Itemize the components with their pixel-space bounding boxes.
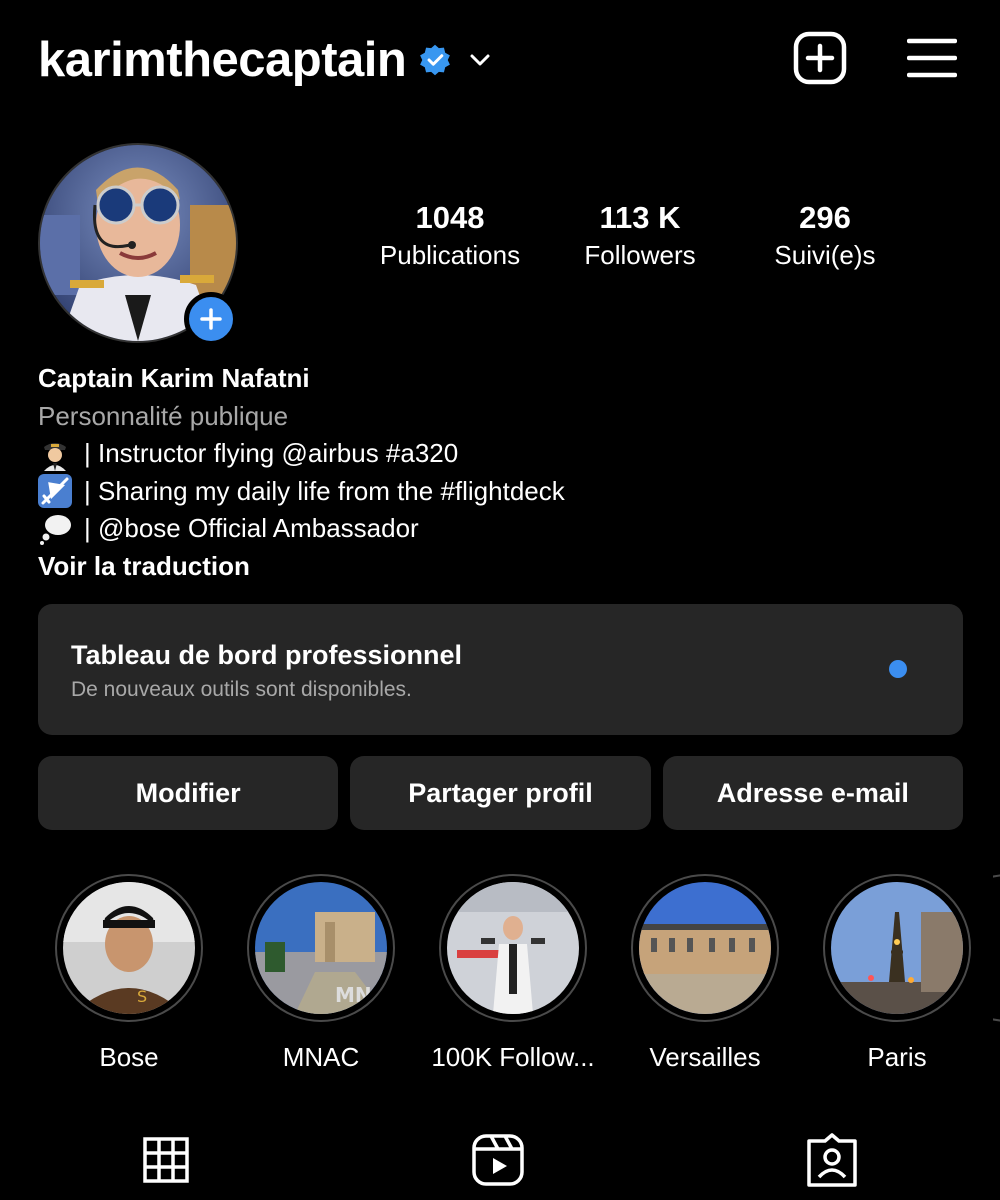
see-translation-link[interactable]: Voir la traduction [38, 548, 938, 586]
airplane-emoji-icon [38, 474, 82, 509]
stat-following[interactable]: 296 Suivi(e)s [750, 198, 900, 272]
highlight-cover: S [63, 882, 195, 1014]
bio-text: | @bose Official Ambassador [84, 513, 419, 543]
highlight-cover: MNAC [255, 882, 387, 1014]
pilot-emoji-icon [38, 437, 82, 471]
stat-label: Followers [584, 240, 696, 270]
grid-icon [143, 1137, 189, 1183]
bio-line: | Sharing my daily life from the #flight… [38, 473, 938, 511]
highlight-cover [639, 882, 771, 1014]
professional-dashboard-card[interactable]: Tableau de bord professionnel De nouveau… [38, 604, 963, 735]
plus-square-icon [793, 31, 847, 85]
highlight-cover [831, 882, 963, 1014]
plus-icon [200, 308, 222, 330]
profile-page: karimthecaptain 1048 Publications 113 K … [0, 0, 1000, 1200]
profile-category: Personnalité publique [38, 400, 289, 431]
reels-icon [472, 1134, 524, 1186]
highlight-ring [439, 874, 587, 1022]
highlight-ring: MNAC [247, 874, 395, 1022]
svg-text:S: S [137, 987, 147, 1006]
highlight-partial[interactable] [993, 874, 1000, 1074]
new-indicator-dot [889, 660, 907, 678]
username[interactable]: karimthecaptain [38, 32, 407, 88]
bio-line: | @bose Official Ambassador [38, 510, 938, 548]
stat-followers[interactable]: 113 K Followers [560, 198, 720, 272]
profile-bio: Captain Karim Nafatni Personnalité publi… [38, 360, 938, 585]
new-post-button[interactable] [792, 30, 848, 86]
highlight-mnac[interactable]: MNAC MNAC [225, 874, 417, 1074]
dashboard-title: Tableau de bord professionnel [71, 640, 463, 670]
share-profile-button[interactable]: Partager profil [350, 756, 651, 830]
stat-value: 113 K [599, 200, 681, 235]
highlight-100k[interactable]: 100K Follow... [417, 874, 609, 1074]
verified-badge-icon [420, 44, 451, 76]
tab-grid[interactable] [136, 1130, 196, 1190]
dashboard-subtitle: De nouveaux outils sont disponibles. [71, 678, 412, 701]
svg-text:MNAC: MNAC [335, 983, 387, 1007]
highlight-cover [447, 882, 579, 1014]
highlight-ring [993, 874, 1000, 1022]
highlight-ring [823, 874, 971, 1022]
highlight-label: 100K Follow... [431, 1042, 595, 1072]
menu-button[interactable] [904, 30, 960, 86]
thought-bubble-emoji-icon [38, 512, 82, 546]
edit-profile-button[interactable]: Modifier [38, 756, 339, 830]
bio-line: | Instructor flying @airbus #a320 [38, 435, 938, 473]
highlight-label: Bose [99, 1042, 159, 1072]
profile-header: karimthecaptain [38, 28, 960, 92]
hamburger-menu-icon [907, 38, 957, 78]
email-button[interactable]: Adresse e-mail [662, 756, 963, 830]
display-name: Captain Karim Nafatni [38, 363, 310, 393]
add-story-button[interactable] [184, 292, 238, 346]
stat-label: Suivi(e)s [774, 240, 876, 270]
highlight-label: Paris [867, 1042, 927, 1072]
tagged-icon [807, 1133, 857, 1187]
highlight-label: MNAC [282, 1042, 360, 1072]
story-highlights: S Bose MNAC [33, 874, 1000, 1074]
profile-tabs [0, 1120, 1000, 1200]
stat-publications[interactable]: 1048 Publications [360, 198, 540, 272]
stat-label: Publications [379, 240, 521, 270]
stat-value: 1048 [415, 200, 485, 235]
tab-reels[interactable] [468, 1130, 528, 1190]
bio-text: | Instructor flying @airbus #a320 [84, 438, 459, 468]
bio-text: | Sharing my daily life from the #flight… [84, 475, 565, 506]
tab-tagged[interactable] [802, 1130, 862, 1190]
highlight-versailles[interactable]: Versailles [609, 874, 801, 1074]
highlight-label: Versailles [649, 1042, 761, 1072]
highlight-paris[interactable]: Paris [801, 874, 993, 1074]
chevron-down-icon[interactable] [466, 46, 494, 74]
profile-actions: Modifier Partager profil Adresse e-mail [38, 756, 963, 830]
highlight-ring: S [55, 874, 203, 1022]
stat-value: 296 [799, 200, 851, 235]
highlight-bose[interactable]: S Bose [33, 874, 225, 1074]
highlight-ring [631, 874, 779, 1022]
